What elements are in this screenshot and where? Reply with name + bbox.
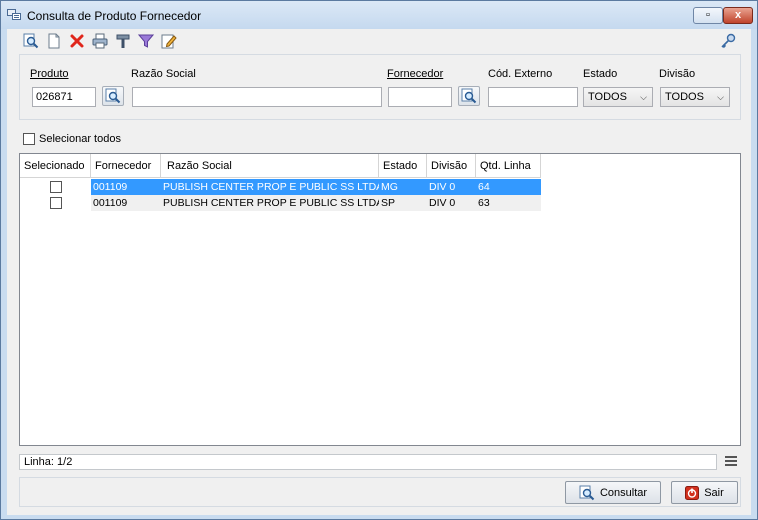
consultar-button[interactable]: Consultar (565, 481, 661, 504)
restore-icon: ▫ (706, 9, 710, 21)
produto-label[interactable]: Produto (30, 68, 69, 80)
column-header-divisao[interactable]: Divisão (427, 154, 476, 178)
cod-externo-input[interactable] (488, 87, 578, 107)
cell-fornecedor: 001109 (91, 179, 161, 195)
cell-divisao: DIV 0 (427, 179, 476, 195)
close-button[interactable]: x (723, 7, 753, 24)
edit-pencil-icon[interactable] (160, 32, 178, 50)
results-grid[interactable]: Selecionado Fornecedor Razão Social Esta… (19, 153, 741, 446)
cell-razao-social: PUBLISH CENTER PROP E PUBLIC SS LTDA (161, 179, 379, 195)
search-icon (105, 88, 121, 104)
cell-razao-social: PUBLISH CENTER PROP E PUBLIC SS LTDA (161, 195, 379, 211)
select-all-label: Selecionar todos (39, 133, 121, 145)
title-bar[interactable]: Consulta de Produto Fornecedor ▫ x (1, 1, 757, 29)
table-row[interactable]: 001109 PUBLISH CENTER PROP E PUBLIC SS L… (20, 195, 541, 211)
produto-input[interactable]: 026871 (32, 87, 96, 107)
cell-fornecedor: 001109 (91, 195, 161, 211)
select-all[interactable]: Selecionar todos (23, 133, 121, 145)
key-icon[interactable] (719, 32, 737, 50)
close-icon: x (734, 9, 742, 21)
row-checkbox-cell[interactable] (20, 179, 91, 195)
row-checkbox[interactable] (49, 197, 62, 209)
print-icon[interactable] (91, 32, 109, 50)
fornecedor-lookup-button[interactable] (458, 86, 480, 106)
column-header-selecionado[interactable]: Selecionado (20, 154, 91, 178)
chevron-down-icon: ⌵ (640, 92, 647, 102)
search-icon (579, 485, 595, 500)
tools-icon[interactable] (114, 32, 132, 50)
razao-social-input[interactable] (132, 87, 382, 107)
main-window: Consulta de Produto Fornecedor ▫ x Produ… (0, 0, 758, 520)
fornecedor-label[interactable]: Fornecedor (387, 68, 443, 80)
fornecedor-input[interactable] (388, 87, 452, 107)
razao-social-label: Razão Social (131, 68, 196, 80)
menu-lines-icon[interactable] (725, 455, 737, 467)
cell-divisao: DIV 0 (427, 195, 476, 211)
produto-lookup-button[interactable] (102, 86, 124, 106)
delete-x-icon[interactable] (68, 32, 86, 50)
chevron-down-icon: ⌵ (717, 92, 724, 102)
grid-header: Selecionado Fornecedor Razão Social Esta… (20, 154, 541, 178)
column-header-razao-social[interactable]: Razão Social (161, 154, 379, 178)
table-row[interactable]: 001109 PUBLISH CENTER PROP E PUBLIC SS L… (20, 179, 541, 195)
cell-estado: SP (379, 195, 427, 211)
select-all-checkbox[interactable] (23, 133, 35, 145)
search-icon (461, 88, 477, 104)
consultar-label: Consultar (599, 486, 648, 499)
column-header-qtd-linha[interactable]: Qtd. Linha (476, 154, 541, 178)
column-header-fornecedor[interactable]: Fornecedor (91, 154, 161, 178)
new-doc-icon[interactable] (45, 32, 63, 50)
sair-button[interactable]: Sair (671, 481, 738, 504)
app-icon (7, 9, 21, 20)
row-checkbox[interactable] (49, 181, 62, 193)
divisao-select[interactable]: TODOS ⌵ (660, 87, 730, 107)
divisao-label: Divisão (659, 68, 696, 80)
row-checkbox-cell[interactable] (20, 195, 91, 211)
restore-button[interactable]: ▫ (693, 7, 723, 24)
cell-estado: MG (379, 179, 427, 195)
status-bar: Linha: 1/2 (19, 454, 717, 470)
sair-label: Sair (704, 486, 724, 499)
estado-select[interactable]: TODOS ⌵ (583, 87, 653, 107)
window-title: Consulta de Produto Fornecedor (27, 9, 202, 23)
cod-externo-label: Cód. Externo (488, 68, 553, 80)
column-header-estado[interactable]: Estado (379, 154, 427, 178)
cell-qtd-linha: 64 (476, 179, 541, 195)
filter-panel: Produto 026871 Razão Social Fornecedor C… (19, 54, 741, 120)
estado-value: TODOS (588, 91, 627, 103)
cell-qtd-linha: 63 (476, 195, 541, 211)
power-icon (685, 485, 700, 500)
estado-label: Estado (583, 68, 618, 80)
filter-funnel-icon[interactable] (137, 32, 155, 50)
divisao-value: TODOS (665, 91, 704, 103)
client-area: Produto 026871 Razão Social Fornecedor C… (7, 29, 751, 515)
search-doc-icon[interactable] (22, 32, 40, 50)
